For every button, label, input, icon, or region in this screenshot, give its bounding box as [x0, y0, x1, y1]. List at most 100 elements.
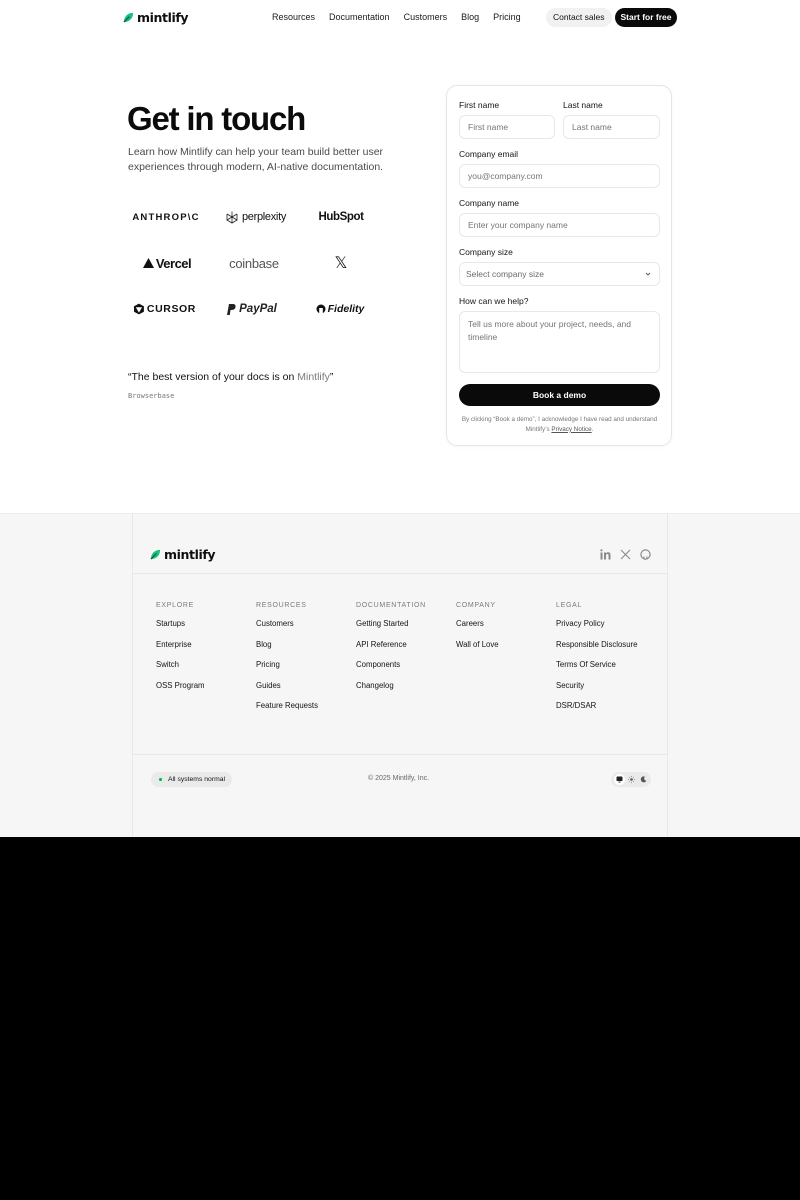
footer-col-resources: RESOURCES Customers Blog Pricing Guides …: [256, 602, 318, 721]
footer-mintlify-logo[interactable]: mintlify: [150, 547, 216, 562]
page-title: Get in touch: [127, 100, 306, 137]
quote-end: ”: [329, 371, 334, 383]
anthropic-logo: ANTHROP\C: [128, 202, 204, 232]
nav-item-customers[interactable]: Customers: [404, 12, 448, 22]
contact-sales-button[interactable]: Contact sales: [546, 8, 612, 27]
footer-link[interactable]: Guides: [256, 680, 318, 701]
paypal-icon: [227, 303, 236, 315]
anthropic-logo-text: ANTHROP\C: [132, 211, 200, 223]
x-logo-text: 𝕏: [334, 255, 348, 272]
fidelity-logo: Fidelity: [312, 294, 368, 324]
nav-item-pricing[interactable]: Pricing: [493, 12, 521, 22]
quote-author: Browserbase: [128, 392, 175, 400]
footer-link[interactable]: Components: [356, 659, 426, 680]
coinbase-logo-text: coinbase: [229, 255, 279, 271]
paypal-logo: PayPal: [222, 294, 282, 324]
last-name-input[interactable]: [563, 115, 660, 139]
fidelity-logo-text: Fidelity: [327, 303, 365, 315]
company-name-label: Company name: [459, 198, 520, 208]
footer-link[interactable]: Enterprise: [156, 639, 205, 660]
theme-switcher: [611, 772, 651, 787]
footer-link[interactable]: Startups: [156, 618, 205, 639]
hubspot-logo-text: HubSpot: [318, 211, 364, 223]
legal-end: .: [591, 425, 594, 433]
footer-divider-top: [133, 573, 667, 574]
perplexity-icon: [226, 211, 238, 223]
footer-link[interactable]: Getting Started: [356, 618, 426, 639]
fidelity-mark-icon: [316, 304, 326, 314]
privacy-notice-link[interactable]: Privacy Notice: [551, 426, 591, 433]
status-badge[interactable]: All systems normal: [151, 772, 233, 787]
footer-link[interactable]: API Reference: [356, 639, 426, 660]
sun-icon[interactable]: [626, 774, 637, 785]
company-size-label: Company size: [459, 247, 513, 257]
linkedin-icon[interactable]: [600, 549, 611, 560]
footer-divider-bottom: [133, 754, 667, 755]
cursor-logo-text: CURSOR: [146, 303, 196, 315]
perplexity-logo: perplexity: [216, 202, 296, 232]
footer-col-company: COMPANY Careers Wall of Love: [456, 602, 499, 659]
page-subtitle: Learn how Mintlify can help your team bu…: [128, 146, 384, 173]
footer-link[interactable]: Responsible Disclosure: [556, 639, 637, 660]
col-title: RESOURCES: [256, 602, 307, 609]
footer-link[interactable]: Changelog: [356, 680, 426, 701]
footer-link[interactable]: OSS Program: [156, 680, 205, 701]
start-for-free-button[interactable]: Start for free: [615, 8, 677, 27]
vercel-triangle-icon: [142, 258, 154, 268]
footer-link[interactable]: DSR/DSAR: [556, 700, 637, 721]
top-nav: mintlify Resources Documentation Custome…: [0, 0, 800, 34]
quote-highlight: Mintlify: [297, 371, 330, 383]
quote-text: “The best version of your docs is on: [128, 371, 298, 383]
status-dot-icon: [157, 776, 164, 783]
footer-link[interactable]: Pricing: [256, 659, 318, 680]
company-size-value: Select company size: [466, 269, 544, 279]
vercel-logo: Vercel: [136, 248, 198, 278]
help-label: How can we help?: [459, 296, 529, 306]
footer-link[interactable]: Feature Requests: [256, 700, 318, 721]
nav-item-resources[interactable]: Resources: [272, 12, 315, 22]
col-title: EXPLORE: [156, 602, 194, 609]
brand-name: mintlify: [137, 10, 189, 25]
status-text: All systems normal: [168, 776, 226, 783]
footer-link[interactable]: Terms Of Service: [556, 659, 637, 680]
company-email-input[interactable]: [459, 164, 660, 188]
cursor-logo: CURSOR: [134, 294, 196, 324]
nav-item-blog[interactable]: Blog: [461, 12, 479, 22]
help-textarea[interactable]: [459, 311, 660, 373]
x-icon[interactable]: [620, 549, 631, 560]
col-title: LEGAL: [556, 602, 583, 609]
footer-link[interactable]: Switch: [156, 659, 205, 680]
github-icon[interactable]: [640, 549, 651, 560]
footer-link[interactable]: Wall of Love: [456, 639, 499, 660]
mintlify-logo[interactable]: mintlify: [123, 10, 189, 25]
footer-link[interactable]: Privacy Policy: [556, 618, 637, 639]
footer-link[interactable]: Customers: [256, 618, 318, 639]
company-email-label: Company email: [459, 149, 519, 159]
moon-icon[interactable]: [638, 774, 649, 785]
nav-item-documentation[interactable]: Documentation: [329, 12, 390, 22]
company-size-select[interactable]: Select company size: [459, 262, 660, 286]
paypal-logo-text: PayPal: [239, 303, 277, 315]
footer-col-legal: LEGAL Privacy Policy Responsible Disclos…: [556, 602, 637, 721]
company-name-input[interactable]: [459, 213, 660, 237]
perplexity-logo-text: perplexity: [241, 211, 287, 223]
footer-brand-name: mintlify: [164, 547, 216, 562]
footer-link[interactable]: Blog: [256, 639, 318, 660]
book-demo-button[interactable]: Book a demo: [459, 384, 660, 406]
footer-link[interactable]: Careers: [456, 618, 499, 639]
mintlify-leaf-icon: [150, 549, 161, 560]
last-name-label: Last name: [563, 100, 603, 110]
cursor-cube-icon: [134, 303, 144, 315]
first-name-input[interactable]: [459, 115, 555, 139]
footer-col-documentation: DOCUMENTATION Getting Started API Refere…: [356, 602, 426, 700]
page: mintlify Resources Documentation Custome…: [0, 0, 800, 837]
footer-link[interactable]: Security: [556, 680, 637, 701]
system-icon[interactable]: [613, 774, 625, 785]
x-logo: 𝕏: [324, 248, 358, 278]
contact-form: First name Last name Company email Compa…: [446, 85, 672, 446]
testimonial-quote: “The best version of your docs is on Min…: [128, 371, 333, 383]
col-title: DOCUMENTATION: [356, 602, 426, 609]
col-title: COMPANY: [456, 602, 496, 609]
first-name-label: First name: [459, 100, 500, 110]
coinbase-logo: coinbase: [216, 248, 292, 278]
